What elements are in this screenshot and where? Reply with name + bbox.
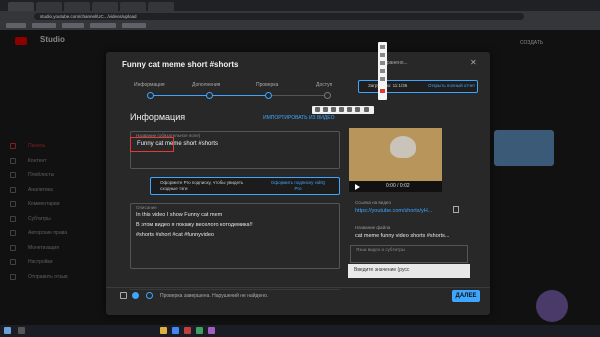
description-line[interactable]: In this video I show Funny cat mem — [136, 212, 222, 218]
url-input[interactable]: studio.youtube.com/channel/UC.../videos/… — [34, 13, 524, 20]
pen-tool-icon[interactable] — [380, 69, 385, 73]
tool-icon[interactable] — [331, 107, 336, 112]
upload-status-text: Загружено: 11:1/36 — [368, 83, 408, 88]
browser-tab[interactable] — [92, 2, 118, 11]
step-label-check[interactable]: Проверка — [256, 82, 278, 88]
file-name-value: cat meme funny video shorts #shorts... — [355, 233, 450, 239]
bookmark-item[interactable] — [62, 23, 84, 28]
import-link[interactable]: ИМПОРТИРОВАТЬ ИЗ ВИДЕО — [263, 115, 335, 121]
start-icon[interactable] — [4, 327, 11, 334]
description-label: Описание — [136, 205, 157, 210]
cat-thumbnail — [390, 136, 416, 158]
language-label: Язык видео и субтитры — [356, 247, 405, 252]
pen-tool-icon[interactable] — [380, 77, 385, 81]
browser-tab[interactable] — [64, 2, 90, 11]
browser-tab[interactable] — [8, 2, 34, 11]
check-status-text: Проверка завершена. Нарушений не найдено… — [160, 293, 269, 299]
windows-taskbar — [0, 325, 600, 337]
step-dot-info[interactable] — [147, 92, 154, 99]
app-icon[interactable] — [208, 327, 215, 334]
step-label-info[interactable]: Информация — [134, 82, 165, 88]
section-title: Информация — [130, 112, 186, 122]
step-dot-check[interactable] — [265, 92, 272, 99]
description-line[interactable]: В этом видео я покажу веселого котодемик… — [136, 222, 253, 228]
bookmark-item[interactable] — [90, 23, 116, 28]
tool-icon[interactable] — [315, 107, 320, 112]
channel-avatar — [536, 290, 568, 322]
promo-text: Оформите Pro подписку, чтобы увидеть схо… — [160, 180, 244, 191]
file-name-label: Название файла — [355, 225, 391, 230]
tool-icon[interactable] — [364, 107, 369, 112]
app-icon[interactable] — [184, 327, 191, 334]
browser-tab[interactable] — [120, 2, 146, 11]
browser-tab-bar — [0, 0, 600, 11]
next-button[interactable]: ДАЛЕЕ — [452, 290, 480, 302]
annotation-highlight-box — [130, 137, 174, 152]
chrome-icon[interactable] — [172, 327, 179, 334]
color-swatch-icon[interactable] — [380, 89, 385, 93]
tool-icon[interactable] — [347, 107, 352, 112]
browser-tab[interactable] — [36, 2, 62, 11]
upload-done-icon — [132, 292, 139, 299]
side-promo-card — [494, 130, 554, 166]
step-label-access[interactable]: Доступ — [316, 82, 332, 88]
step-dot-extras[interactable] — [206, 92, 213, 99]
tool-icon[interactable] — [339, 107, 344, 112]
step-dot-access[interactable] — [324, 92, 331, 99]
pen-tool-icon[interactable] — [380, 53, 385, 57]
pen-tool-icon[interactable] — [380, 61, 385, 65]
bookmark-item[interactable] — [32, 23, 56, 28]
close-icon[interactable]: ✕ — [470, 58, 477, 67]
browser-tab[interactable] — [148, 2, 174, 11]
video-link[interactable]: https://youtube.com/shorts/yH... — [355, 208, 432, 214]
pen-tool-icon[interactable] — [380, 45, 385, 49]
promo-link[interactable]: Оформить подписку vidIQ Pro — [268, 180, 328, 192]
bookmark-item[interactable] — [6, 23, 26, 28]
bookmark-item[interactable] — [122, 23, 146, 28]
folder-icon[interactable] — [160, 327, 167, 334]
tool-icon[interactable] — [355, 107, 360, 112]
step-label-extras[interactable]: Дополнения — [192, 82, 220, 88]
dropdown-search-input[interactable]: Введите значение (русс — [354, 267, 409, 273]
check-icon — [146, 292, 153, 299]
video-link-label: Ссылка на видео — [355, 200, 391, 205]
description-line[interactable]: #shorts #short #cat #funnyvideo — [136, 232, 214, 238]
tool-icon[interactable] — [323, 107, 328, 112]
app-icon[interactable] — [196, 327, 203, 334]
dialog-title: Funny cat meme short #shorts — [122, 60, 239, 69]
search-icon[interactable] — [18, 327, 25, 334]
copy-icon[interactable] — [453, 206, 459, 213]
video-time: 0:00 / 0:02 — [386, 183, 410, 189]
full-report-link[interactable]: Открыть полный отчет — [428, 83, 475, 88]
play-icon[interactable] — [355, 184, 360, 190]
hd-icon — [120, 292, 127, 299]
